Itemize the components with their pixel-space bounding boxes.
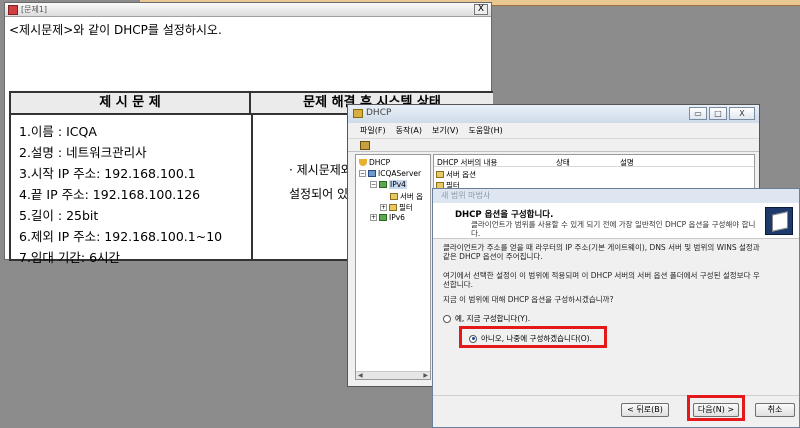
filter-icon <box>389 204 397 211</box>
dhcp-icon <box>359 159 367 166</box>
list-item-label: 서버 옵션 <box>446 170 476 179</box>
folder-icon <box>436 171 444 178</box>
dhcp-titlebar: DHCP ▭ □ X <box>348 105 759 123</box>
folder-icon <box>390 193 398 200</box>
collapse-icon[interactable]: − <box>359 170 366 177</box>
menu-action[interactable]: 동작(A) <box>396 123 422 138</box>
dhcp-app-icon <box>353 109 363 118</box>
toolbar <box>348 138 759 152</box>
menu-bar: 파일(F) 동작(A) 보기(V) 도움말(H) <box>348 123 759 138</box>
tree-scrollbar[interactable]: ◀ ▶ <box>356 371 430 379</box>
status-text-line2: 설정되어 있 <box>289 187 349 201</box>
radio-button-icon[interactable] <box>443 314 451 323</box>
ipv4-icon <box>379 181 387 188</box>
problem-instruction: <제시문제>와 같이 DHCP를 설정하시오. <box>9 23 222 37</box>
column-header-description[interactable]: 설명 <box>620 157 634 168</box>
problem-item: 2.설명 : 네트워크관리사 <box>19 145 147 160</box>
radio-configure-later[interactable]: 아니오, 나중에 구성하겠습니다(O). <box>469 333 592 344</box>
given-problem-header: 제 시 문 제 <box>11 93 251 115</box>
menu-file[interactable]: 파일(F) <box>360 123 386 138</box>
problem-item: 5.길이 : 25bit <box>19 208 99 223</box>
expand-icon[interactable]: + <box>370 214 377 221</box>
radio-label: 예, 지금 구성합니다(Y). <box>455 314 531 323</box>
radio-configure-now[interactable]: 예, 지금 구성합니다(Y). <box>443 313 530 324</box>
problem-item: 1.이름 : ICQA <box>19 124 97 139</box>
wizard-paragraph-2: 여기에서 선택한 설정이 이 범위에 적용되며 이 DHCP 서버의 서버 옵션… <box>443 271 760 289</box>
tree-label: ICQAServer <box>378 169 422 178</box>
tree-label: DHCP <box>369 158 391 167</box>
problem-item: 7.임대 기간: 6시간 <box>19 250 121 265</box>
wizard-heading: DHCP 옵션을 구성합니다. <box>455 210 554 220</box>
collapse-icon[interactable]: − <box>370 181 377 188</box>
expand-icon[interactable]: + <box>380 204 387 211</box>
new-scope-wizard: 새 범위 마법사 DHCP 옵션을 구성합니다. 클라이언트가 범위를 사용할 … <box>432 188 800 428</box>
status-text-line1: · 제시문제와 <box>289 163 352 177</box>
scroll-right-icon[interactable]: ▶ <box>423 372 428 379</box>
wizard-question: 지금 이 범위에 대해 DHCP 옵션을 구성하시겠습니까? <box>443 295 614 304</box>
tree-node-ipv6[interactable]: + IPv6 <box>370 213 405 222</box>
wizard-book-icon <box>765 207 793 235</box>
tree-label: 필터 <box>399 203 413 212</box>
menu-view[interactable]: 보기(V) <box>432 123 458 138</box>
tree-label: 서버 옵 <box>400 192 424 201</box>
tree-label: IPv4 <box>389 180 407 189</box>
tree-label: IPv6 <box>389 213 405 222</box>
close-button[interactable]: X <box>474 4 488 15</box>
toolbar-properties-icon[interactable] <box>360 141 370 150</box>
tree-node-ipv4[interactable]: − IPv4 <box>370 180 407 189</box>
wizard-title: 새 범위 마법사 <box>433 189 799 203</box>
menu-help[interactable]: 도움말(H) <box>468 123 502 138</box>
wizard-header: DHCP 옵션을 구성합니다. 클라이언트가 범위를 사용할 수 있게 되기 전… <box>433 203 799 239</box>
minimize-button[interactable]: ▭ <box>689 107 707 120</box>
close-button[interactable]: X <box>729 107 755 120</box>
next-button[interactable]: 다음(N) > <box>693 403 739 417</box>
wizard-subheading: 클라이언트가 범위를 사용할 수 있게 되기 전에 가장 일반적인 DHCP 옵… <box>471 220 756 238</box>
problem-item: 6.제외 IP 주소: 192.168.100.1~10 <box>19 229 223 244</box>
column-header-contents[interactable]: DHCP 서버의 내용 <box>437 157 497 168</box>
tree-node-server[interactable]: − ICQAServer <box>359 169 421 178</box>
list-item[interactable]: 서버 옵션 <box>436 169 476 180</box>
ipv6-icon <box>379 214 387 221</box>
radio-button-selected-icon[interactable] <box>469 334 477 343</box>
cancel-button[interactable]: 취소 <box>755 403 795 417</box>
problem-window-title: [문제1] <box>21 5 48 14</box>
radio-label: 아니오, 나중에 구성하겠습니다(O). <box>481 334 592 343</box>
wizard-paragraph-1: 클라이언트가 주소를 얻을 때 라우터의 IP 주소(기본 게이트웨이), DN… <box>443 243 760 261</box>
console-tree: DHCP − ICQAServer − IPv4 서버 옵 + 필터 + IPv… <box>355 154 431 380</box>
tree-node-server-options[interactable]: 서버 옵 <box>390 191 423 202</box>
details-header: DHCP 서버의 내용 상태 설명 <box>434 155 754 167</box>
problem-items-list: 1.이름 : ICQA 2.설명 : 네트워크관리사 3.시작 IP 주소: 1… <box>19 121 222 268</box>
problem-item: 4.끝 IP 주소: 192.168.100.126 <box>19 187 201 202</box>
tree-node-filter[interactable]: + 필터 <box>380 202 413 213</box>
maximize-button[interactable]: □ <box>709 107 727 120</box>
problem-item: 3.시작 IP 주소: 192.168.100.1 <box>19 166 196 181</box>
table-divider <box>251 115 253 261</box>
problem-window-titlebar: [문제1] X <box>5 3 491 17</box>
column-header-status[interactable]: 상태 <box>556 157 570 168</box>
tree-node-dhcp[interactable]: DHCP <box>359 158 390 167</box>
dhcp-window-title: DHCP <box>366 108 392 118</box>
server-icon <box>368 170 376 177</box>
app-icon <box>8 5 18 15</box>
scroll-left-icon[interactable]: ◀ <box>358 372 363 379</box>
back-button[interactable]: < 뒤로(B) <box>621 403 669 417</box>
